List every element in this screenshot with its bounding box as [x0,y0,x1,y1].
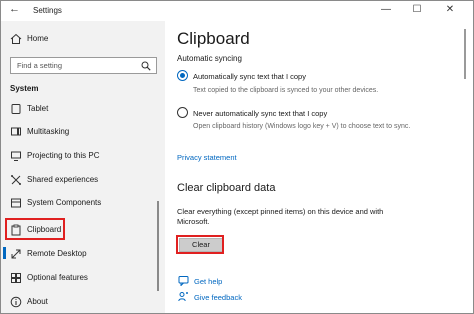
settings-window: ← Settings — ☐ ✕ Home Find a setting Sys… [0,0,474,314]
system-components-icon [11,198,21,208]
main-content: Clipboard Automatic syncing Automaticall… [166,21,473,313]
main-scrollbar[interactable] [464,29,466,79]
window-title: Settings [33,6,62,15]
sidebar-item-remote-desktop[interactable]: Remote Desktop [1,244,165,264]
sidebar-item-home[interactable]: Home [1,29,165,49]
clear-clipboard-description: Clear everything (except pinned items) o… [177,207,384,226]
back-arrow-icon[interactable]: ← [9,3,20,15]
sidebar-item-label: Remote Desktop [27,249,87,258]
maximize-button[interactable]: ☐ [410,4,424,15]
radio-never-sync[interactable] [177,107,188,118]
radio-auto-sync[interactable] [177,70,188,81]
sidebar-scrollbar[interactable] [157,201,159,291]
optional-features-icon [11,273,21,283]
clear-clipboard-heading: Clear clipboard data [177,182,276,194]
radio-auto-sync-label[interactable]: Automatically sync text that I copy [193,72,306,81]
multitasking-icon [11,127,21,136]
sync-heading: Automatic syncing [177,54,242,63]
sidebar: Home Find a setting System Tablet Multit… [1,21,165,313]
give-feedback-icon [178,292,188,302]
search-icon[interactable] [141,61,151,71]
give-feedback-link[interactable]: Give feedback [194,293,242,302]
sidebar-item-label: Projecting to this PC [27,151,100,160]
sidebar-item-label: System Components [27,198,102,207]
home-icon [10,33,22,44]
sidebar-item-shared-experiences[interactable]: Shared experiences [1,170,165,190]
search-placeholder: Find a setting [17,61,63,70]
sidebar-item-multitasking[interactable]: Multitasking [1,122,165,142]
projecting-icon [11,151,21,161]
page-title: Clipboard [177,29,250,48]
sidebar-item-about[interactable]: About [1,292,165,312]
sidebar-item-label: Shared experiences [27,175,99,184]
tablet-icon [11,104,21,114]
close-button[interactable]: ✕ [443,4,457,15]
sidebar-item-system-components[interactable]: System Components [1,193,165,213]
get-help-icon [178,276,189,286]
sidebar-item-optional-features[interactable]: Optional features [1,268,165,288]
auto-sync-description: Text copied to the clipboard is synced t… [193,87,379,94]
clipboard-highlight-box [5,218,65,240]
sidebar-item-tablet[interactable]: Tablet [1,99,165,119]
radio-never-sync-label[interactable]: Never automatically sync text that I cop… [193,109,327,118]
sidebar-section-label: System [10,84,39,93]
search-input[interactable]: Find a setting [10,57,157,74]
sidebar-item-label: Home [27,34,49,43]
clear-highlight-box [176,235,224,254]
minimize-button[interactable]: — [379,4,393,15]
get-help-link[interactable]: Get help [194,277,222,286]
title-bar: ← Settings — ☐ ✕ [1,1,473,21]
sidebar-item-label: Optional features [27,273,88,282]
sidebar-item-label: Multitasking [27,127,70,136]
shared-experiences-icon [11,175,21,185]
sidebar-item-projecting[interactable]: Projecting to this PC [1,146,165,166]
info-icon [10,296,22,308]
sidebar-item-label: About [27,297,48,306]
never-sync-description: Open clipboard history (Windows logo key… [193,123,411,130]
sidebar-item-label: Tablet [27,104,49,113]
privacy-statement-link[interactable]: Privacy statement [177,153,237,162]
remote-desktop-icon [11,249,21,259]
